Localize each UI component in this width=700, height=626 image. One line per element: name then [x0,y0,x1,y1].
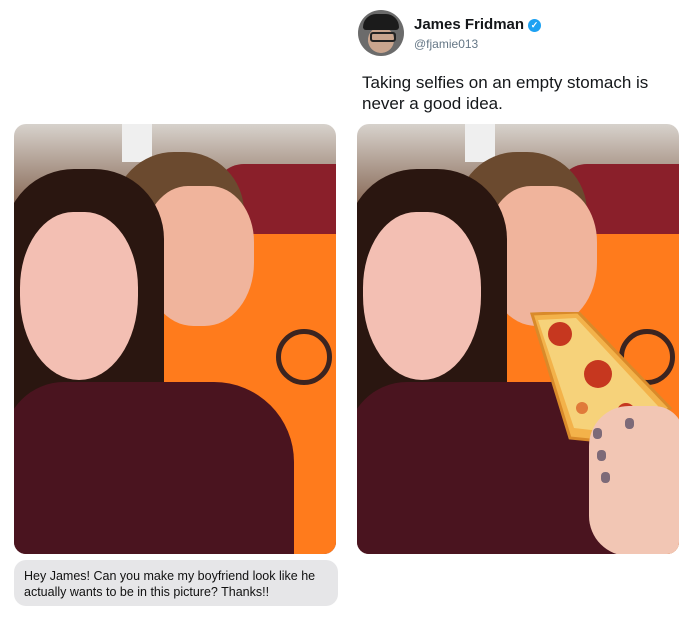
avatar[interactable] [358,10,404,56]
request-message-bubble: Hey James! Can you make my boyfriend loo… [14,560,338,606]
verified-badge-icon: ✓ [528,19,542,32]
display-name[interactable]: James Fridman ✓ [414,16,542,33]
request-message-text: Hey James! Can you make my boyfriend loo… [24,569,316,599]
girl-face [20,212,138,380]
girl-face [363,212,481,380]
original-photo [14,124,336,554]
edited-photo [357,124,679,554]
user-handle[interactable]: @fjamie013 [414,37,478,51]
hand [589,406,679,554]
tweet-text: Taking selfies on an empty stomach is ne… [362,73,649,113]
shirt-logo [276,329,332,385]
display-name-text: James Fridman [414,16,525,33]
avatar-cap [363,14,399,30]
avatar-glasses [370,32,396,42]
tweet-header: James Fridman ✓ @fjamie013 [358,10,688,58]
